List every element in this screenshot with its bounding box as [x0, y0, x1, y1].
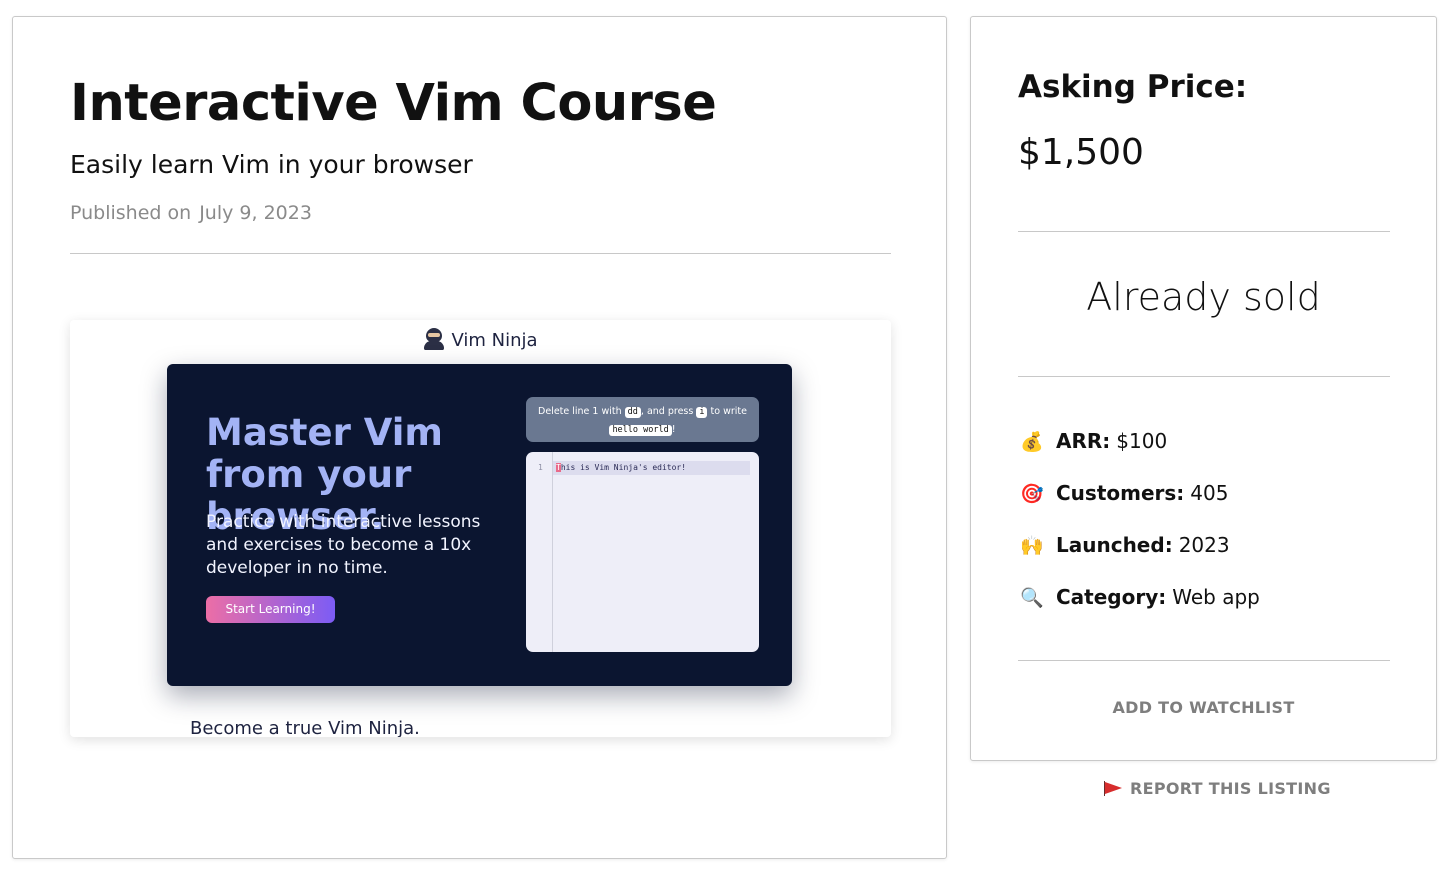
add-to-watchlist-button[interactable]: ADD TO WATCHLIST	[971, 698, 1436, 717]
stats-divider	[1018, 660, 1390, 661]
editor-tip: Delete line 1 with dd, and press i to wr…	[526, 397, 759, 442]
asking-price-label: Asking Price:	[1018, 69, 1248, 105]
target-icon: 🎯	[1020, 483, 1044, 505]
stat-category: 🔍 Category: Web app	[1018, 583, 1260, 611]
money-bag-icon: 💰	[1020, 431, 1044, 453]
tip-key-i: i	[696, 407, 708, 418]
hero-description: Practice with interactive lessons and ex…	[206, 512, 481, 578]
preview-footer-text: Become a true Vim Ninja.	[190, 718, 420, 737]
asking-price-value: $1,500	[1018, 132, 1144, 173]
raised-hands-icon: 🙌	[1020, 535, 1044, 557]
stat-launched-label: Launched:	[1056, 533, 1173, 557]
tip-text-3: to write	[710, 406, 747, 417]
tip-text-2: , and press	[640, 406, 694, 417]
ninja-icon	[423, 328, 445, 350]
report-listing-label: REPORT THIS LISTING	[1130, 779, 1331, 798]
published-info: Published on July 9, 2023	[70, 202, 320, 224]
sale-status: Already sold	[1086, 275, 1321, 319]
tip-key-hello-world: hello world	[609, 425, 672, 436]
brand-name: Vim Ninja	[451, 330, 538, 351]
preview-brand: Vim Ninja	[70, 328, 891, 351]
stat-arr-value: $100	[1116, 429, 1168, 453]
listing-preview-image: Vim Ninja Master Vim from your browser. …	[70, 320, 891, 737]
stat-launched-value: 2023	[1178, 533, 1230, 557]
stat-arr: 💰 ARR: $100	[1018, 427, 1167, 455]
stat-category-label: Category:	[1056, 585, 1167, 609]
start-learning-button: Start Learning!	[206, 596, 335, 623]
status-divider	[1018, 376, 1390, 377]
published-label: Published on	[70, 202, 192, 224]
published-date: July 9, 2023	[199, 202, 312, 224]
stat-customers: 🎯 Customers: 405	[1018, 479, 1228, 507]
stat-customers-label: Customers:	[1056, 481, 1185, 505]
preview-hero: Master Vim from your browser. Practice w…	[167, 364, 792, 686]
editor-line-text: his is Vim Ninja's editor!	[560, 463, 687, 472]
code-editor: 1 This is Vim Ninja's editor!	[526, 452, 759, 652]
stat-arr-label: ARR:	[1056, 429, 1111, 453]
price-divider	[1018, 231, 1390, 232]
title-divider	[70, 253, 891, 254]
magnifier-icon: 🔍	[1020, 587, 1044, 609]
listing-title: Interactive Vim Course	[70, 74, 717, 133]
editor-code-line: This is Vim Ninja's editor!	[553, 461, 750, 475]
report-listing-link[interactable]: REPORT THIS LISTING	[1102, 779, 1331, 798]
tip-text-1: Delete line 1 with	[538, 406, 622, 417]
listing-card: Interactive Vim Course Easily learn Vim …	[12, 16, 947, 859]
stat-launched: 🙌 Launched: 2023	[1018, 531, 1230, 559]
editor-line-number: 1	[538, 463, 543, 472]
stat-customers-value: 405	[1190, 481, 1229, 505]
tip-text-4: !	[671, 424, 676, 435]
tip-key-dd: dd	[624, 407, 641, 418]
editor-gutter	[552, 452, 553, 652]
listing-subtitle: Easily learn Vim in your browser	[70, 150, 473, 179]
stat-category-value: Web app	[1172, 585, 1260, 609]
red-flag-icon	[1102, 780, 1122, 796]
pricing-card: Asking Price: $1,500 Already sold 💰 ARR: $…	[970, 16, 1437, 761]
